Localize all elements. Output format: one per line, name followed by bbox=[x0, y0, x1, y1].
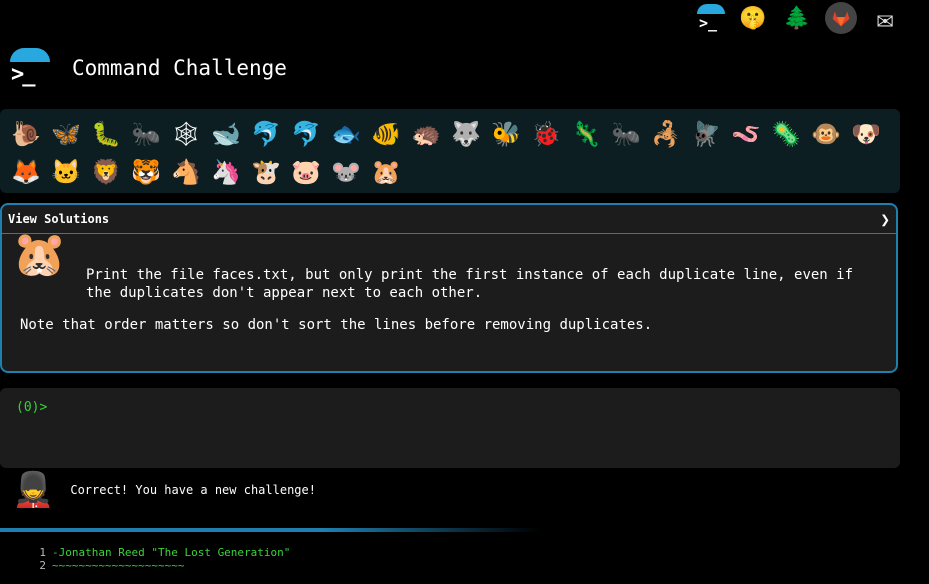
level-icon[interactable]: 🐷 bbox=[286, 153, 326, 191]
challenge-description: Print the file faces.txt, but only print… bbox=[86, 267, 854, 301]
level-icon[interactable]: 🐬 bbox=[246, 115, 286, 153]
logo-prompt: >_ bbox=[11, 62, 35, 87]
level-icon[interactable]: 🐜 bbox=[606, 115, 646, 153]
line-number: 1 bbox=[39, 546, 46, 559]
level-icon[interactable]: 🐯 bbox=[126, 153, 166, 191]
hamster-icon: 🐹 bbox=[12, 229, 67, 280]
level-icon[interactable]: 🐹 bbox=[366, 153, 406, 191]
level-icon[interactable]: 🐞 bbox=[526, 115, 566, 153]
guard-icon: 💂 bbox=[12, 470, 55, 510]
level-icon[interactable]: 🦄 bbox=[206, 153, 246, 191]
terminal-input[interactable]: (0)> bbox=[0, 388, 900, 468]
line-number: 2 bbox=[39, 559, 46, 572]
challenge-note: Note that order matters so don't sort th… bbox=[20, 317, 653, 333]
level-icon[interactable]: 🐮 bbox=[246, 153, 286, 191]
output-text: -Jonathan Reed "The Lost Generation" bbox=[52, 546, 291, 559]
level-icon[interactable]: 🐛 bbox=[86, 115, 126, 153]
level-icon[interactable]: 🦔 bbox=[406, 115, 446, 153]
output-panel: 1 -Jonathan Reed "The Lost Generation" 2… bbox=[30, 546, 290, 572]
app-header: >_ Command Challenge bbox=[10, 48, 287, 88]
level-icon[interactable]: 🐌 bbox=[6, 115, 46, 153]
terminal-dome bbox=[697, 4, 725, 14]
output-line: 2 ~~~~~~~~~~~~~~~~~~~~ bbox=[30, 559, 290, 572]
level-icon[interactable]: 🐝 bbox=[486, 115, 526, 153]
progress-bar bbox=[0, 528, 540, 532]
level-icon[interactable]: 🦁 bbox=[86, 153, 126, 191]
level-icon[interactable]: 🐶 bbox=[846, 115, 886, 153]
gitlab-icon[interactable] bbox=[825, 2, 857, 34]
page-title[interactable]: Command Challenge bbox=[72, 56, 287, 80]
status-text: Correct! You have a new challenge! bbox=[70, 483, 316, 497]
level-icon[interactable]: 🐵 bbox=[806, 115, 846, 153]
level-icon[interactable]: 🐺 bbox=[446, 115, 486, 153]
level-icon[interactable]: 🐋 bbox=[206, 115, 246, 153]
tree-icon[interactable]: 🌲 bbox=[781, 2, 813, 34]
level-icon[interactable]: 🦊 bbox=[6, 153, 46, 191]
terminal-prompt-glyph: >_ bbox=[699, 14, 718, 32]
status-message: 💂 Correct! You have a new challenge! bbox=[12, 470, 316, 510]
level-icon[interactable]: 🐬 bbox=[286, 115, 326, 153]
level-icon[interactable]: 🦠 bbox=[766, 115, 806, 153]
level-icon[interactable]: 🐟 bbox=[326, 115, 366, 153]
mail-icon[interactable]: ✉ bbox=[869, 2, 901, 35]
level-icon[interactable]: 🪱 bbox=[726, 115, 766, 153]
level-icon[interactable]: 🕸 bbox=[166, 115, 206, 153]
level-icon[interactable]: 🦂 bbox=[646, 115, 686, 153]
view-solutions-header[interactable]: View Solutions ❯ bbox=[2, 205, 896, 234]
output-underline: ~~~~~~~~~~~~~~~~~~~~ bbox=[52, 559, 185, 572]
view-solutions-label: View Solutions bbox=[8, 212, 110, 226]
shush-face-icon[interactable]: 🤫 bbox=[737, 2, 769, 34]
level-icon[interactable]: 🐠 bbox=[366, 115, 406, 153]
challenge-panel: View Solutions ❯ 🐹 Print the file faces.… bbox=[0, 203, 898, 373]
chevron-right-icon[interactable]: ❯ bbox=[880, 210, 890, 229]
level-icon[interactable]: 🐴 bbox=[166, 153, 206, 191]
level-icon[interactable]: 🪰 bbox=[686, 115, 726, 153]
top-nav: >_ 🤫 🌲 ✉ bbox=[697, 2, 901, 35]
level-icon[interactable]: 🐜 bbox=[126, 115, 166, 153]
level-icon[interactable]: 🦋 bbox=[46, 115, 86, 153]
terminal-prompt: (0)> bbox=[16, 400, 48, 415]
logo-icon[interactable]: >_ bbox=[10, 48, 50, 88]
level-icon[interactable]: 🐱 bbox=[46, 153, 86, 191]
terminal-icon[interactable]: >_ bbox=[697, 4, 725, 32]
challenge-body: 🐹 Print the file faces.txt, but only pri… bbox=[2, 229, 896, 344]
output-line: 1 -Jonathan Reed "The Lost Generation" bbox=[30, 546, 290, 559]
level-icon[interactable]: 🐭 bbox=[326, 153, 366, 191]
level-selector: 🐌 🦋 🐛 🐜 🕸 🐋 🐬 🐬 🐟 🐠 🦔 🐺 🐝 🐞 🦎 🐜 🦂 🪰 🪱 🦠 🐵 🐶 🦊 🐱 🦁 🐯 🐴 🦄 🐮 🐷 🐭 🐹 bbox=[0, 109, 900, 193]
logo-dome bbox=[10, 48, 50, 62]
level-icon[interactable]: 🦎 bbox=[566, 115, 606, 153]
